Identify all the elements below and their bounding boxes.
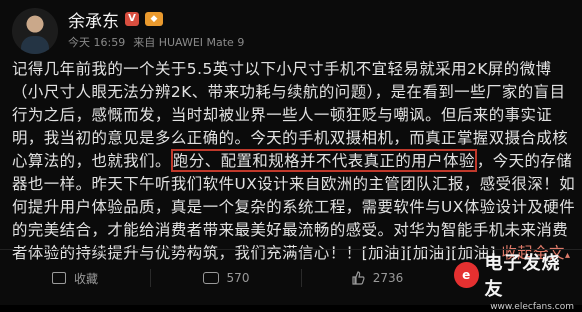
content-text: 器也一样。昨天下午听我们软件UX设计来自欧洲的主管团队汇报，感受很深！如 xyxy=(12,175,576,193)
content-text: 行为之后，感慨而发，当时却被业界一些人一顿狂贬与嘲讽。但后来的事实证 xyxy=(12,106,553,124)
comment-count: 570 xyxy=(226,271,250,285)
content-line: 何提升用户体验品质，真是一个复杂的系统工程，需要软件与UX体验设计及硬件 xyxy=(12,196,576,219)
watermark-logo: e 电子发烧友 xyxy=(454,249,574,301)
like-count: 2736 xyxy=(372,271,404,285)
content-line: 明，我当初的意见是多么正确的。今天的手机双摄相机，而真正掌握双摄合成核 xyxy=(12,127,572,150)
content-text: 何提升用户体验品质，真是一个复杂的系统工程，需要软件与UX体验设计及硬件 xyxy=(12,198,576,216)
watermark-title: 电子发烧友 xyxy=(484,252,561,300)
name-row: 余承东 V ◆ xyxy=(68,7,163,32)
author-name[interactable]: 余承东 xyxy=(68,7,119,32)
content-text: 明，我当初的意见是多么正确的。今天的手机双摄相机，而真正掌握双摄合成核 xyxy=(12,129,569,147)
content-text: 心算法的，也就我们。 xyxy=(12,152,171,170)
post-header: 余承东 V ◆ 今天 16:59 来自 HUAWEI Mate 9 xyxy=(12,6,572,62)
weibo-post-card: 余承东 V ◆ 今天 16:59 来自 HUAWEI Mate 9 记得几年前我… xyxy=(0,0,582,312)
watermark-url: www.elecfans.com xyxy=(490,301,574,312)
highlighted-phrase: 跑分、配置和规格并不代表真正的用户体验 xyxy=(170,149,477,172)
comment-icon xyxy=(202,272,219,284)
content-text: 的完美结合，才能给消费者带来最美好最流畅的感受。对华为智能手机未来消费 xyxy=(12,221,569,239)
elecfans-logo-icon: e xyxy=(454,261,479,288)
post-meta: 今天 16:59 来自 HUAWEI Mate 9 xyxy=(68,34,244,50)
watermark: e 电子发烧友 www.elecfans.com xyxy=(454,253,574,312)
level-badge-icon: ◆ xyxy=(145,12,163,26)
share-button[interactable]: 收藏 xyxy=(0,263,150,293)
share-icon xyxy=(51,272,66,284)
comment-button[interactable]: 570 xyxy=(151,263,301,293)
content-text: ，今天的存储 xyxy=(476,152,573,170)
post-time: 今天 16:59 xyxy=(68,36,126,49)
verified-icon: V xyxy=(125,12,139,26)
content-text: 记得几年前我的一个关于5.5英寸以下小尺寸手机不宜轻易就采用2K屏的微博 xyxy=(12,60,552,78)
content-line: 记得几年前我的一个关于5.5英寸以下小尺寸手机不宜轻易就采用2K屏的微博 xyxy=(12,58,572,81)
content-line: （小尺寸人眼无法分辨2K、带来功耗与续航的问题），是在看到一些厂家的盲目 xyxy=(12,81,572,104)
post-source: 来自 HUAWEI Mate 9 xyxy=(133,36,245,49)
content-line: 心算法的，也就我们。 跑分、配置和规格并不代表真正的用户体验 ，今天的存储 xyxy=(12,149,573,173)
avatar[interactable] xyxy=(12,8,58,54)
content-line: 行为之后，感慨而发，当时却被业界一些人一顿狂贬与嘲讽。但后来的事实证 xyxy=(12,104,572,127)
content-text: （小尺寸人眼无法分辨2K、带来功耗与续航的问题），是在看到一些厂家的盲目 xyxy=(12,83,566,101)
content-line: 器也一样。昨天下午听我们软件UX设计来自欧洲的主管团队汇报，感受很深！如 xyxy=(12,173,576,196)
like-button[interactable]: 2736 xyxy=(302,263,452,293)
like-icon xyxy=(351,271,365,285)
share-label: 收藏 xyxy=(73,271,98,286)
post-content: 记得几年前我的一个关于5.5英寸以下小尺寸手机不宜轻易就采用2K屏的微博 （小尺… xyxy=(12,58,576,265)
content-line: 的完美结合，才能给消费者带来最美好最流畅的感受。对华为智能手机未来消费 xyxy=(12,219,572,242)
